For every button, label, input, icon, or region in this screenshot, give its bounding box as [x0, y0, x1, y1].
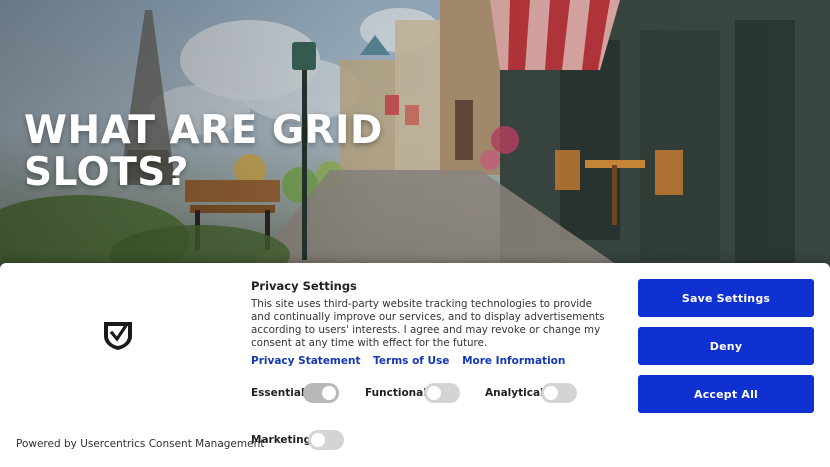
analytical-switch[interactable]	[541, 383, 577, 403]
consent-links: Privacy Statement Terms of Use More Info…	[251, 355, 611, 367]
accept-all-button[interactable]: Accept All	[638, 375, 814, 413]
more-information-link[interactable]: More Information	[462, 355, 565, 367]
toggle-marketing-label: Marketing	[251, 434, 312, 446]
page-title: WHAT ARE GRID SLOTS?	[24, 110, 384, 194]
toggle-row-2: Marketing	[251, 430, 371, 452]
switch-knob	[311, 433, 325, 447]
page-title-line-1: WHAT ARE GRID	[24, 108, 383, 153]
privacy-settings-heading: Privacy Settings	[251, 279, 357, 293]
functional-switch[interactable]	[424, 383, 460, 403]
deny-button[interactable]: Deny	[638, 327, 814, 365]
consent-content: Privacy Settings This site uses third-pa…	[251, 279, 611, 367]
consent-banner: Powered by Usercentrics Consent Manageme…	[0, 263, 830, 467]
powered-by-text: Powered by Usercentrics Consent Manageme…	[16, 438, 265, 450]
toggle-functional-label: Functional	[365, 387, 427, 399]
marketing-switch[interactable]	[308, 430, 344, 450]
privacy-statement-link[interactable]: Privacy Statement	[251, 355, 361, 367]
switch-knob	[544, 386, 558, 400]
toggle-essential-label: Essential	[251, 387, 305, 399]
terms-of-use-link[interactable]: Terms of Use	[373, 355, 449, 367]
save-settings-button[interactable]: Save Settings	[638, 279, 814, 317]
toggle-row-1: Essential Functional Analytical	[251, 383, 591, 405]
switch-knob	[322, 386, 336, 400]
essential-switch[interactable]	[303, 383, 339, 403]
switch-knob	[427, 386, 441, 400]
page-title-line-2: SLOTS?	[24, 150, 190, 195]
shield-check-icon	[104, 322, 132, 350]
consent-description: This site uses third-party website track…	[251, 298, 605, 349]
toggle-analytical-label: Analytical	[485, 387, 544, 399]
